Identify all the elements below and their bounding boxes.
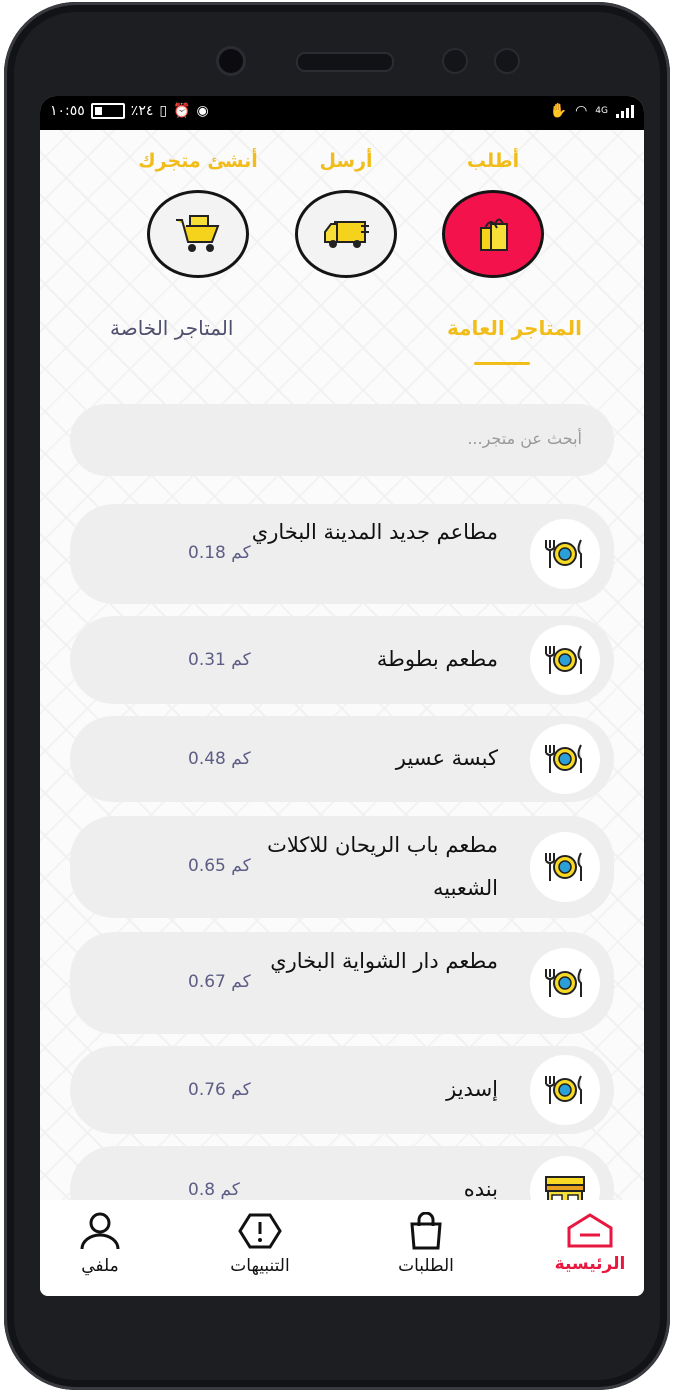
store-distance: 0.65 كم xyxy=(188,856,251,876)
vibrate-icon: ▯ xyxy=(159,103,168,119)
store-card[interactable]: مطعم باب الريحان للاكلات الشعبيه 0.65 كم xyxy=(70,816,614,918)
nav-profile-label: ملفي xyxy=(81,1256,119,1276)
send-action[interactable]: أرسل xyxy=(276,146,416,278)
store-name: مطعم باب الريحان للاكلات الشعبيه xyxy=(267,833,498,900)
store-distance: 0.8 كم xyxy=(188,1180,240,1200)
phone-frame: ١٠:٥٥ ٪٢٤ ▯ ⏰ ◉ ✋ ◠ 4G أطلب أرسل أنشئ مت… xyxy=(4,2,670,1390)
store-tabs: المتاجر العامة المتاجر الخاصة xyxy=(40,316,644,366)
nav-orders-label: الطلبات xyxy=(398,1256,454,1276)
create-store-action-label: أنشئ متجرك xyxy=(138,150,258,172)
shopping-cart-icon xyxy=(176,215,220,252)
store-card[interactable]: كبسة عسير 0.48 كم xyxy=(70,716,614,802)
store-avatar xyxy=(530,948,600,1018)
nav-profile[interactable]: ملفي xyxy=(40,1212,160,1276)
restaurant-plate-icon xyxy=(545,744,582,773)
alert-icon xyxy=(238,1213,282,1249)
user-icon xyxy=(80,1212,120,1250)
store-avatar xyxy=(530,625,600,695)
nav-notifications-label: التنبيهات xyxy=(230,1256,290,1276)
store-distance: 0.76 كم xyxy=(188,1080,251,1100)
store-distance: 0.48 كم xyxy=(188,749,251,769)
wifi-icon: ◠ xyxy=(575,103,588,119)
send-action-label: أرسل xyxy=(319,150,373,172)
restaurant-plate-icon xyxy=(545,852,582,881)
light-sensor xyxy=(494,48,520,74)
order-button[interactable] xyxy=(442,190,544,278)
front-camera xyxy=(216,46,246,76)
app-screen: ١٠:٥٥ ٪٢٤ ▯ ⏰ ◉ ✋ ◠ 4G أطلب أرسل أنشئ مت… xyxy=(40,96,644,1296)
quick-actions: أطلب أرسل أنشئ متجرك xyxy=(40,146,644,296)
status-time: ١٠:٥٥ xyxy=(50,103,85,119)
store-card[interactable]: إسديز 0.76 كم xyxy=(70,1046,614,1134)
restaurant-plate-icon xyxy=(545,968,582,997)
nav-home[interactable]: الرئيسية xyxy=(530,1212,644,1274)
shopping-bag-icon xyxy=(480,218,508,251)
battery-level: ٪٢٤ xyxy=(130,103,154,119)
store-distance: 0.18 كم xyxy=(188,543,251,563)
store-avatar xyxy=(530,832,600,902)
active-tab-indicator xyxy=(474,362,530,365)
network-type: 4G xyxy=(595,106,608,116)
store-name: مطعم بطوطة xyxy=(376,647,498,671)
store-name: مطعم دار الشواية البخاري xyxy=(270,949,498,973)
hand-icon: ✋ xyxy=(549,103,568,119)
store-name: إسديز xyxy=(446,1077,498,1101)
store-avatar xyxy=(530,724,600,794)
create-store-button[interactable] xyxy=(147,190,249,278)
nav-orders[interactable]: الطلبات xyxy=(366,1212,486,1276)
create-store-action[interactable]: أنشئ متجرك xyxy=(128,146,268,278)
search-placeholder: أبحث عن متجر... xyxy=(467,429,582,448)
store-distance: 0.31 كم xyxy=(188,650,251,670)
store-name: مطاعم جديد المدينة البخاري xyxy=(251,520,498,544)
order-action[interactable]: أطلب xyxy=(423,146,563,278)
store-avatar xyxy=(530,519,600,589)
delivery-truck-icon xyxy=(324,221,369,248)
signal-icon xyxy=(616,104,634,118)
earpiece-speaker xyxy=(296,52,394,72)
status-bar: ١٠:٥٥ ٪٢٤ ▯ ⏰ ◉ ✋ ◠ 4G xyxy=(40,96,644,130)
store-distance: 0.67 كم xyxy=(188,972,251,992)
store-card[interactable]: مطعم بطوطة 0.31 كم xyxy=(70,616,614,704)
proximity-sensor xyxy=(442,48,468,74)
restaurant-plate-icon xyxy=(545,539,582,568)
store-card[interactable]: مطعم دار الشواية البخاري 0.67 كم xyxy=(70,932,614,1034)
eye-icon: ◉ xyxy=(196,103,209,119)
restaurant-plate-icon xyxy=(545,645,582,674)
alarm-icon: ⏰ xyxy=(173,103,191,119)
store-card[interactable]: مطاعم جديد المدينة البخاري 0.18 كم xyxy=(70,504,614,604)
nav-notifications[interactable]: التنبيهات xyxy=(200,1212,320,1276)
nav-home-label: الرئيسية xyxy=(554,1254,626,1274)
home-icon xyxy=(567,1213,613,1248)
store-name: كبسة عسير xyxy=(395,746,498,770)
search-field[interactable]: أبحث عن متجر... xyxy=(70,404,614,476)
send-button[interactable] xyxy=(295,190,397,278)
bag-icon xyxy=(410,1212,442,1250)
store-avatar xyxy=(530,1055,600,1125)
order-action-label: أطلب xyxy=(466,150,520,172)
tab-private-stores[interactable]: المتاجر الخاصة xyxy=(110,316,233,340)
tab-public-stores[interactable]: المتاجر العامة xyxy=(447,316,582,340)
bottom-nav: الرئيسية الطلبات التنبيهات ملفي xyxy=(40,1200,644,1296)
restaurant-plate-icon xyxy=(545,1075,582,1104)
battery-icon xyxy=(90,103,125,119)
